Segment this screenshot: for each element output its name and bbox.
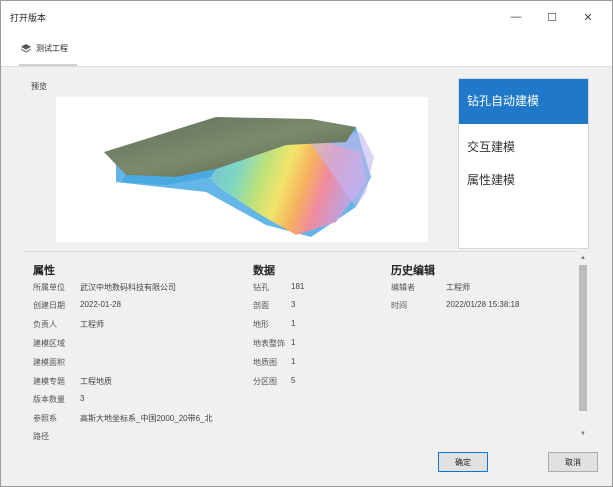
preview-area	[56, 97, 428, 242]
title-bar: 打开版本 — ☐ ✕	[1, 1, 612, 31]
data-heading: 数据	[253, 264, 275, 277]
attributes-heading: 属性	[33, 264, 55, 277]
data-value: 1	[291, 319, 296, 328]
attr-label: 所属单位	[33, 283, 65, 292]
cancel-button[interactable]: 取消	[548, 452, 598, 472]
window-title: 打开版本	[10, 13, 47, 23]
history-label: 编辑者	[391, 283, 415, 292]
vertical-scrollbar[interactable]: ▲ ▼	[577, 251, 589, 441]
info-panel: 属性 所属单位 武汉中地数码科技有限公司 创建日期 2022-01-28 负责人…	[23, 251, 581, 441]
toolbar: 测试工程	[1, 31, 612, 67]
layers-icon	[21, 43, 31, 53]
maximize-icon[interactable]: ☐	[537, 7, 567, 27]
tab-underline	[19, 64, 77, 66]
history-value: 2022/01/28 15:38:18	[446, 300, 520, 309]
attr-label: 参照系	[33, 414, 57, 423]
history-label: 时间	[391, 301, 407, 310]
data-value: 5	[291, 376, 296, 385]
project-name: 测试工程	[36, 44, 68, 53]
attr-value: 3	[80, 394, 85, 403]
attr-label: 版本数量	[33, 395, 65, 404]
data-value: 3	[291, 300, 296, 309]
attr-label: 路径	[33, 432, 49, 441]
ok-button[interactable]: 确定	[438, 452, 488, 472]
data-value: 1	[291, 338, 296, 347]
data-label: 地形	[253, 320, 269, 329]
mode-interactive[interactable]: 交互建模	[459, 136, 588, 158]
scroll-thumb[interactable]	[579, 265, 587, 411]
close-icon[interactable]: ✕	[573, 7, 603, 27]
modeling-mode-panel: 钻孔自动建模 交互建模 属性建模	[458, 78, 589, 249]
attr-label: 建模面积	[33, 358, 65, 367]
data-value: 1	[291, 357, 296, 366]
attr-label: 建模专题	[33, 377, 65, 386]
attr-label: 负责人	[33, 320, 57, 329]
attr-label: 建模区域	[33, 339, 65, 348]
data-label: 剖面	[253, 301, 269, 310]
data-label: 地表整饰	[253, 339, 285, 348]
mode-borehole-auto[interactable]: 钻孔自动建模	[459, 79, 588, 124]
attr-value: 武汉中地数码科技有限公司	[80, 283, 176, 292]
preview-label: 预览	[31, 82, 47, 91]
attr-value: 工程师	[80, 320, 104, 329]
minimize-icon[interactable]: —	[501, 7, 531, 27]
project-tab[interactable]: 测试工程	[21, 43, 68, 54]
geological-model-preview	[104, 117, 374, 237]
attr-label: 创建日期	[33, 301, 65, 310]
scroll-down-icon[interactable]: ▼	[577, 429, 589, 439]
mode-attribute[interactable]: 属性建模	[459, 169, 588, 191]
data-label: 地质图	[253, 358, 277, 367]
attr-value: 工程地质	[80, 377, 112, 386]
attr-value: 高斯大地坐标系_中国2000_20带6_北	[80, 414, 213, 423]
attr-value: 2022-01-28	[80, 300, 121, 309]
history-value: 工程师	[446, 283, 470, 292]
open-version-dialog: 打开版本 — ☐ ✕ 测试工程 预览 钻孔自动建模 交互建模 属性建模 属性 所…	[0, 0, 613, 487]
scroll-up-icon[interactable]: ▲	[577, 253, 589, 263]
data-label: 分区图	[253, 377, 277, 386]
data-value: 181	[291, 282, 305, 291]
history-heading: 历史编辑	[391, 264, 435, 277]
data-label: 钻孔	[253, 283, 269, 292]
